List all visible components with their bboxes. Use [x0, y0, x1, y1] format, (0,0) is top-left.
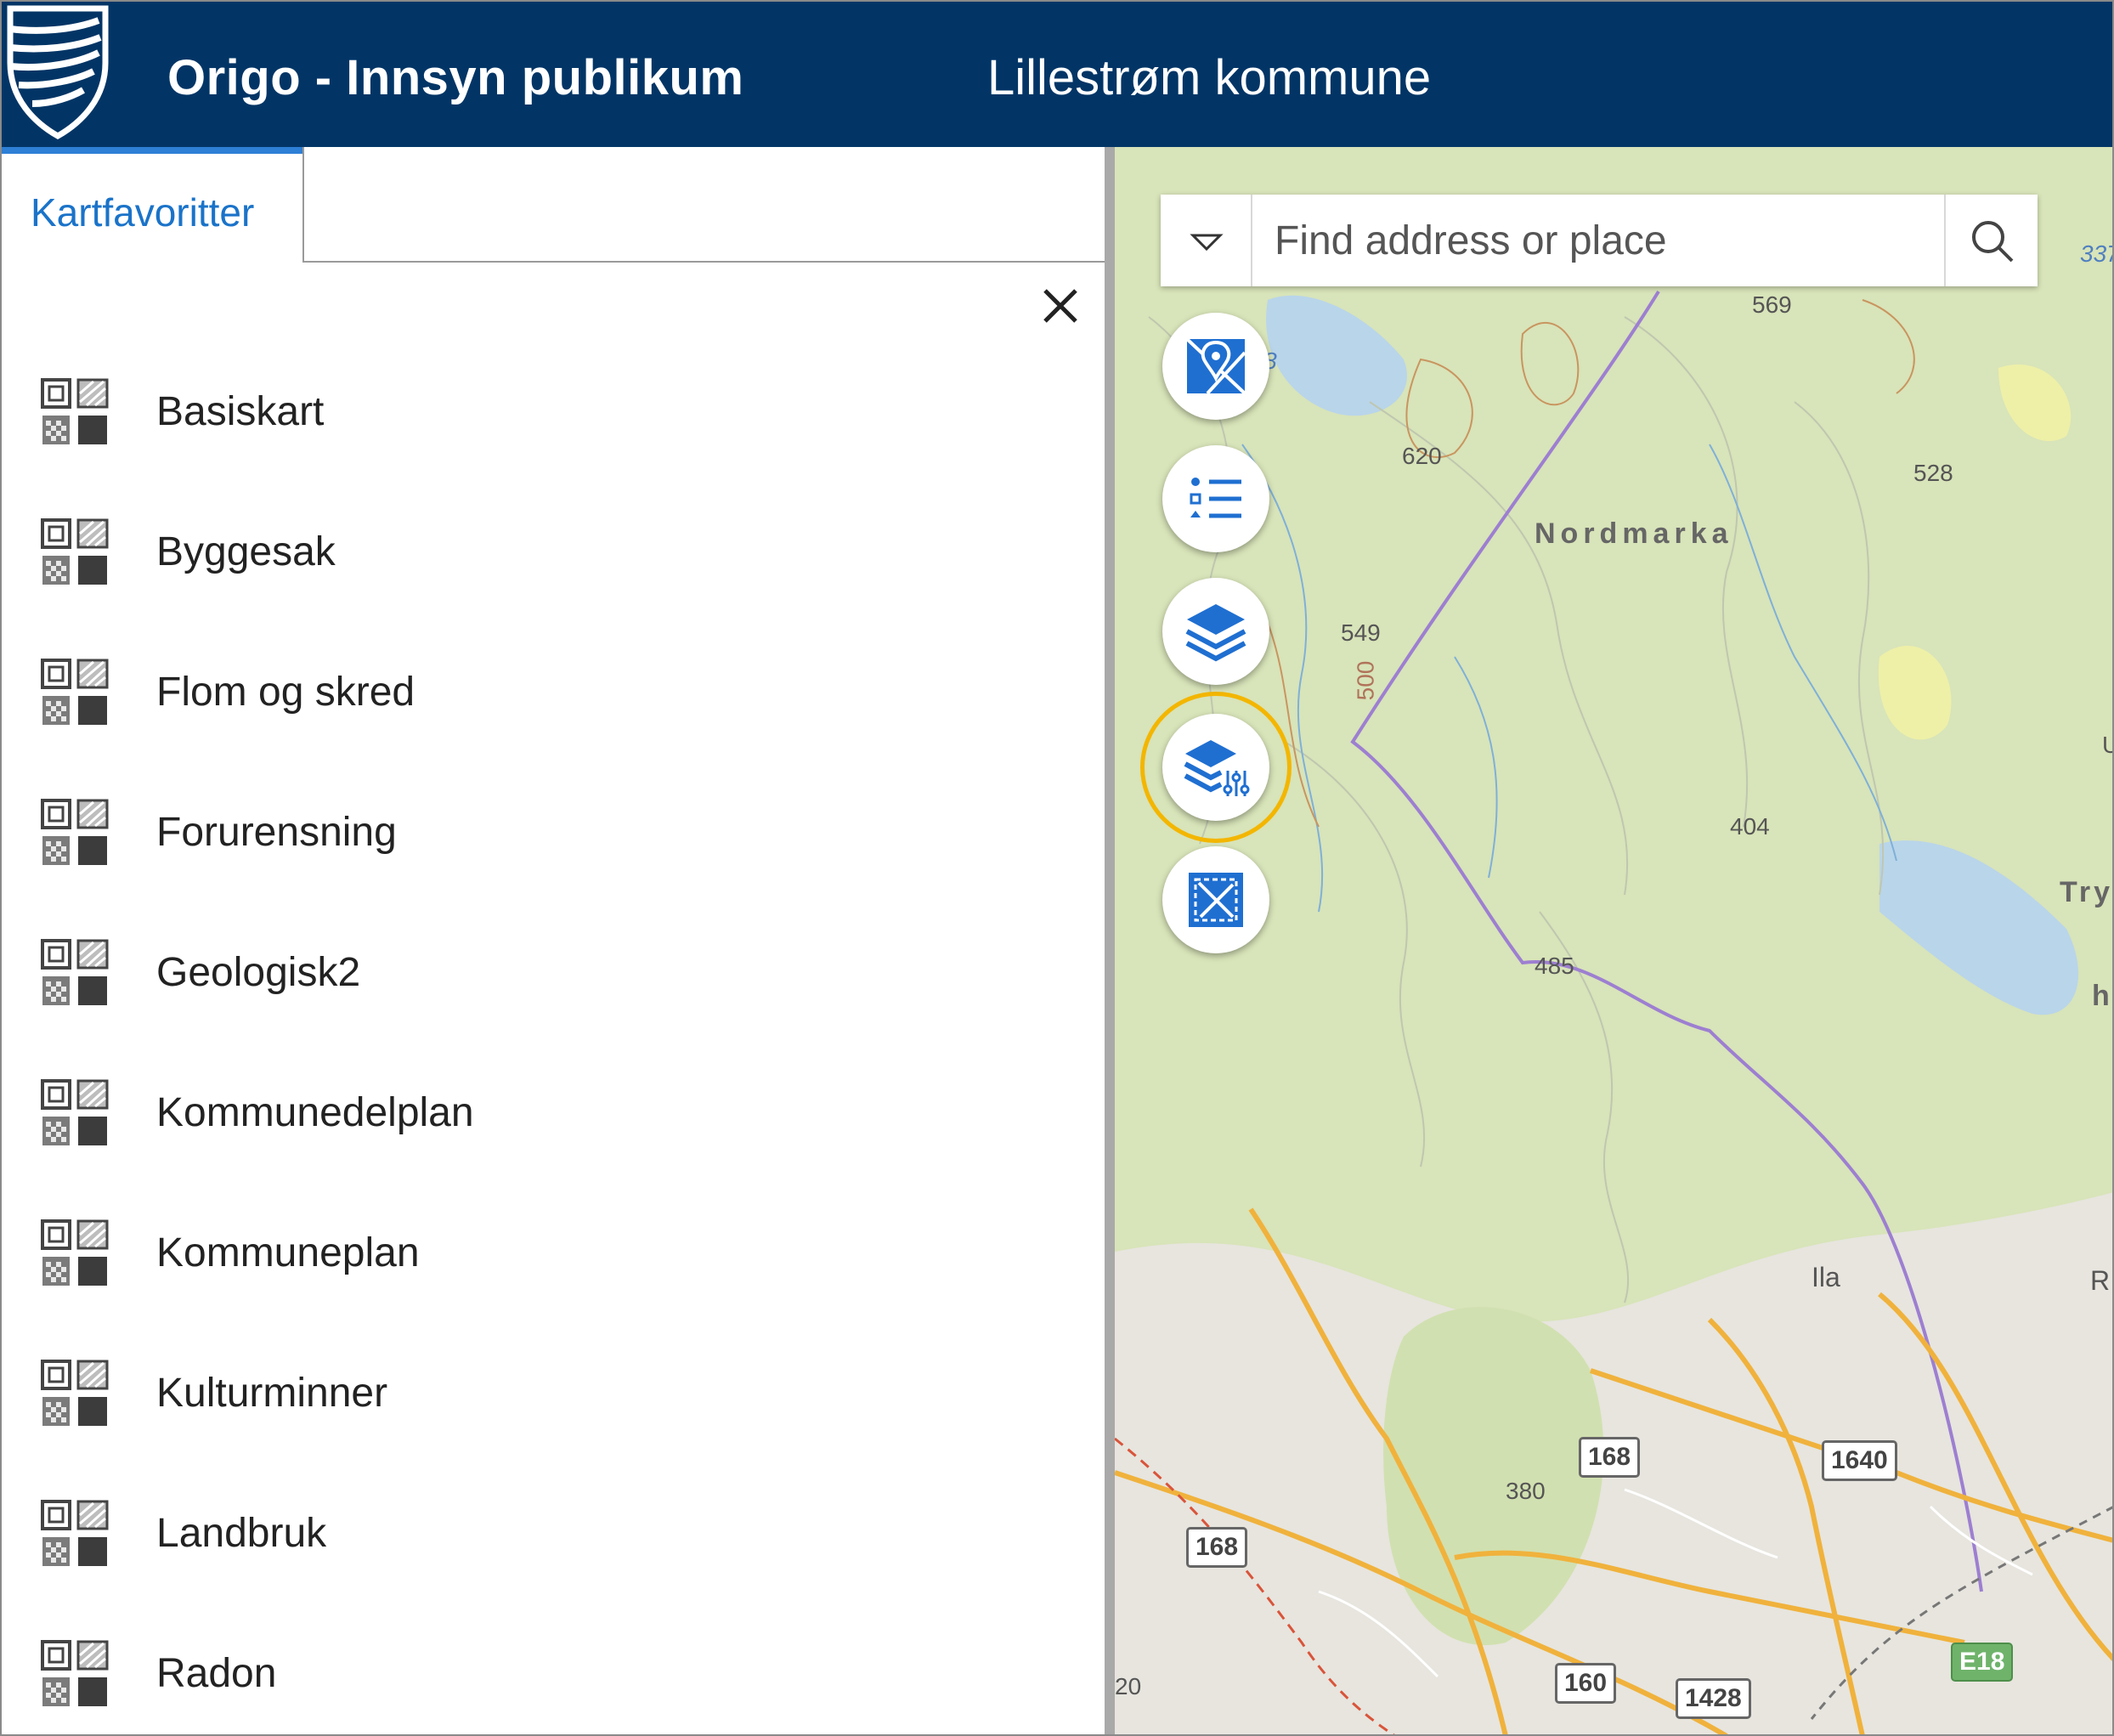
list-item-label: Flom og skred [156, 670, 415, 715]
list-item[interactable]: Kommuneplan [2, 1218, 1105, 1320]
map-edge-label: Try [2060, 876, 2114, 908]
legend-list-icon [1190, 478, 1241, 518]
app-title: Origo - Innsyn publikum [167, 50, 744, 105]
municipality-shield-logo [7, 5, 109, 139]
tab-bar-spacer [302, 147, 1105, 263]
list-item-label: Kommuneplan [156, 1230, 420, 1275]
map-edge-label: 20 [1115, 1673, 1142, 1699]
zoom-extent-button[interactable] [1162, 846, 1269, 953]
triangle-down-icon [1190, 234, 1224, 252]
close-icon[interactable] [1040, 286, 1081, 326]
zoom-extent-icon [1189, 873, 1243, 927]
list-item-label: Kommunedelplan [156, 1090, 474, 1135]
map-edge-label: R [2090, 1265, 2111, 1296]
map-location-button[interactable] [1162, 313, 1269, 420]
road-number-badge: 1428 [1676, 1678, 1751, 1719]
layer-settings-button[interactable] [1162, 714, 1269, 821]
favorite-map-grid-icon [41, 378, 109, 446]
favorite-map-grid-icon [41, 1500, 109, 1568]
app-window: Origo - Innsyn publikum Lillestrøm kommu… [0, 0, 2114, 1736]
legend-button[interactable] [1162, 445, 1269, 552]
road-number-badge: 168 [1579, 1437, 1641, 1478]
favorite-map-grid-icon [41, 939, 109, 1007]
list-item-label: Landbruk [156, 1511, 327, 1556]
favorite-map-grid-icon [41, 1640, 109, 1708]
layers-button[interactable] [1162, 578, 1269, 685]
map-height-label: 528 [1913, 460, 1953, 486]
list-item[interactable]: Geologisk2 [2, 937, 1105, 1039]
list-item-label: Geologisk2 [156, 950, 361, 995]
list-item-label: Byggesak [156, 529, 336, 574]
map-edge-label: U [2102, 732, 2112, 759]
road-number-badge: 160 [1555, 1663, 1617, 1704]
map-edge-label: h [2092, 980, 2110, 1012]
favorite-map-grid-icon [41, 518, 109, 586]
tab-label: Kartfavoritter [31, 190, 255, 235]
map-location-icon [1185, 337, 1246, 395]
search-button[interactable] [1944, 195, 2038, 286]
list-item-label: Kulturminner [156, 1371, 388, 1416]
map-height-label: 500 [1352, 660, 1379, 701]
layer-settings-icon [1184, 740, 1250, 796]
layers-icon [1185, 604, 1246, 662]
road-number-badge: 168 [1186, 1527, 1248, 1568]
favorite-map-grid-icon [41, 659, 109, 727]
search-input[interactable] [1254, 195, 1942, 286]
list-item[interactable]: Radon [2, 1638, 1105, 1734]
map-place-label: Ila [1812, 1262, 1840, 1292]
list-item[interactable]: Byggesak [2, 517, 1105, 619]
favorite-map-grid-icon [41, 1079, 109, 1147]
address-search-box [1161, 195, 2038, 286]
map-height-label: 620 [1402, 443, 1442, 469]
app-header: Origo - Innsyn publikum Lillestrøm kommu… [2, 2, 2112, 147]
list-item[interactable]: Kommunedelplan [2, 1077, 1105, 1179]
favorite-map-grid-icon [41, 1360, 109, 1428]
organization-title: Lillestrøm kommune [987, 50, 1432, 105]
favorites-panel: Kartfavoritter Basiskart Byggesak Flom o… [2, 147, 1105, 1734]
tab-kartfavoritter[interactable]: Kartfavoritter [2, 147, 302, 263]
road-number-badge: 1640 [1822, 1440, 1897, 1481]
list-item-label: Basiskart [156, 389, 325, 434]
panel-resize-handle[interactable] [1105, 147, 1115, 1734]
map-height-label: 485 [1535, 953, 1574, 979]
list-item-label: Radon [156, 1651, 277, 1696]
list-item[interactable]: Landbruk [2, 1498, 1105, 1600]
map-height-label: 404 [1730, 813, 1770, 840]
list-item-label: Forurensning [156, 810, 397, 855]
favorite-map-grid-icon [41, 1219, 109, 1287]
map-height-label: 380 [1506, 1478, 1546, 1504]
map-height-label: 337 [2080, 240, 2112, 267]
map-area-label: Nordmarka [1535, 517, 1733, 550]
search-icon [1972, 221, 2014, 263]
map-height-label: 569 [1752, 291, 1792, 318]
euro-route-badge: E18 [1951, 1643, 2014, 1682]
list-item[interactable]: Basiskart [2, 376, 1105, 478]
map-height-label: 549 [1341, 619, 1381, 646]
list-item[interactable]: Forurensning [2, 797, 1105, 899]
list-item[interactable]: Kulturminner [2, 1358, 1105, 1460]
list-item[interactable]: Flom og skred [2, 657, 1105, 759]
search-source-dropdown[interactable] [1161, 195, 1252, 286]
favorite-map-grid-icon [41, 799, 109, 867]
